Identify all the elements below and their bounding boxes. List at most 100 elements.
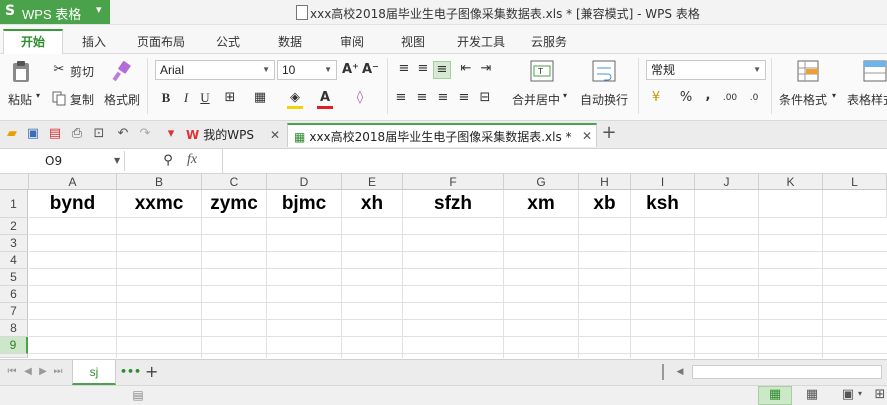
cell-E1[interactable]: xh bbox=[342, 190, 403, 218]
tab-developer[interactable]: 开发工具 bbox=[457, 33, 505, 50]
column-header[interactable]: I bbox=[631, 174, 695, 190]
merge-center-icon[interactable]: T bbox=[530, 60, 554, 82]
paste-button[interactable]: 粘贴 bbox=[8, 91, 32, 108]
spreadsheet-grid[interactable]: A B C D E F G H I J K L 1 2 3 4 5 6 7 8 … bbox=[0, 174, 887, 358]
align-middle-icon[interactable]: ≡ bbox=[415, 61, 431, 77]
chevron-down-icon[interactable]: ▾ bbox=[832, 91, 836, 100]
conditional-format-icon[interactable] bbox=[797, 60, 821, 84]
tab-cloud-service[interactable]: 云服务 bbox=[531, 33, 567, 50]
cell-C1[interactable]: zymc bbox=[202, 190, 267, 218]
column-header[interactable]: D bbox=[267, 174, 342, 190]
column-header[interactable]: A bbox=[29, 174, 117, 190]
increase-decimal-icon[interactable]: .00 bbox=[722, 90, 738, 106]
fill-color-icon[interactable]: ◈ bbox=[287, 90, 303, 109]
indent-increase-icon[interactable]: ⇥ bbox=[478, 61, 494, 77]
table-style-icon[interactable] bbox=[863, 60, 887, 84]
column-header[interactable]: J bbox=[695, 174, 759, 190]
close-icon[interactable]: ✕ bbox=[582, 124, 592, 148]
insert-function-button[interactable]: fx bbox=[187, 152, 197, 168]
bold-button[interactable]: B bbox=[158, 90, 174, 106]
column-header[interactable]: G bbox=[504, 174, 579, 190]
next-sheet-icon[interactable]: ▶ bbox=[35, 364, 51, 380]
cell-J1[interactable] bbox=[695, 190, 759, 218]
italic-button[interactable]: I bbox=[178, 90, 194, 106]
redo-icon[interactable]: ↷ bbox=[137, 126, 153, 142]
chevron-down-icon[interactable]: ▾ bbox=[858, 389, 862, 398]
column-header[interactable]: H bbox=[579, 174, 631, 190]
cell-H1[interactable]: xb bbox=[579, 190, 631, 218]
wrap-text-icon[interactable] bbox=[592, 60, 616, 82]
name-box[interactable]: O9 ▼ bbox=[0, 151, 125, 171]
tab-spreadsheet-file[interactable]: ▦ xxx高校2018届毕业生电子图像采集数据表.xls * ✕ bbox=[287, 123, 597, 147]
tab-insert[interactable]: 插入 bbox=[82, 33, 106, 50]
first-sheet-icon[interactable]: ⏮ bbox=[4, 364, 20, 380]
print-icon[interactable]: ⎙ bbox=[69, 126, 85, 142]
cell-G1[interactable]: xm bbox=[504, 190, 579, 218]
print-preview-icon[interactable]: ⊡ bbox=[91, 126, 107, 142]
open-folder-icon[interactable]: ▰ bbox=[4, 126, 20, 142]
column-header[interactable]: K bbox=[759, 174, 823, 190]
format-painter-button[interactable]: 格式刷 bbox=[104, 91, 140, 108]
row-header[interactable]: 7 bbox=[0, 303, 28, 320]
justify-icon[interactable]: ≡ bbox=[456, 90, 472, 106]
reading-mode-icon[interactable]: ⊞ bbox=[872, 387, 887, 403]
currency-icon[interactable]: ¥ bbox=[648, 90, 664, 106]
tab-my-wps[interactable]: W 我的WPS ✕ bbox=[186, 123, 284, 147]
cell-I1[interactable]: ksh bbox=[631, 190, 695, 218]
page-layout-view-icon[interactable]: ▣ bbox=[840, 387, 856, 403]
new-tab-icon[interactable]: + bbox=[601, 124, 617, 142]
cell-L1[interactable] bbox=[823, 190, 887, 218]
chevron-down-icon[interactable]: ▾ bbox=[563, 91, 567, 100]
decrease-decimal-icon[interactable]: .0 bbox=[746, 90, 762, 106]
font-color-icon[interactable]: A bbox=[317, 90, 333, 109]
tab-home[interactable]: 开始 bbox=[3, 29, 63, 55]
select-all-corner[interactable] bbox=[0, 174, 29, 190]
tab-page-layout[interactable]: 页面布局 bbox=[137, 33, 185, 50]
last-sheet-icon[interactable]: ⏭ bbox=[50, 364, 66, 380]
cell-K1[interactable] bbox=[759, 190, 823, 218]
row-header[interactable]: 6 bbox=[0, 286, 28, 303]
sheet-tab-sj[interactable]: sj bbox=[72, 360, 116, 385]
column-header[interactable]: C bbox=[202, 174, 267, 190]
comma-button[interactable]: , bbox=[700, 88, 716, 104]
font-size-select[interactable]: 10 ▼ bbox=[277, 60, 337, 80]
align-bottom-icon[interactable]: ≡ bbox=[433, 61, 451, 79]
column-header[interactable]: B bbox=[117, 174, 202, 190]
formula-input[interactable] bbox=[226, 152, 881, 170]
row-header[interactable]: 3 bbox=[0, 235, 28, 252]
scroll-left-icon[interactable]: ◀ bbox=[672, 364, 688, 380]
align-top-icon[interactable]: ≡ bbox=[396, 61, 412, 77]
customize-toolbar-icon[interactable]: ▾ bbox=[163, 126, 179, 142]
distributed-icon[interactable]: ⊟ bbox=[477, 90, 493, 106]
format-painter-icon[interactable] bbox=[110, 60, 132, 84]
cut-button[interactable]: 剪切 bbox=[70, 63, 94, 80]
copy-icon[interactable] bbox=[51, 91, 67, 107]
prev-sheet-icon[interactable]: ◀ bbox=[20, 364, 36, 380]
clear-format-icon[interactable]: ◊ bbox=[352, 90, 368, 106]
table-style-button[interactable]: 表格样式 bbox=[847, 91, 887, 108]
cell-B1[interactable]: xxmc bbox=[117, 190, 202, 218]
paste-icon[interactable] bbox=[10, 60, 32, 84]
save-icon[interactable]: ▣ bbox=[25, 126, 41, 142]
zoom-search-icon[interactable]: ⚲ bbox=[160, 153, 176, 169]
tab-review[interactable]: 审阅 bbox=[340, 33, 364, 50]
align-right-icon[interactable]: ≡ bbox=[435, 90, 451, 106]
align-center-icon[interactable]: ≡ bbox=[414, 90, 430, 106]
row-header[interactable]: 2 bbox=[0, 218, 28, 235]
row-header[interactable]: 1 bbox=[0, 190, 28, 218]
align-left-icon[interactable]: ≡ bbox=[393, 90, 409, 106]
empty-cells-grid[interactable] bbox=[29, 218, 887, 358]
borders-icon[interactable]: ⊞ bbox=[222, 90, 238, 106]
cell-D1[interactable]: bjmc bbox=[267, 190, 342, 218]
row-header[interactable]: 5 bbox=[0, 269, 28, 286]
undo-icon[interactable]: ↶ bbox=[115, 126, 131, 142]
export-pdf-icon[interactable]: ▤ bbox=[47, 126, 63, 142]
cell-A1[interactable]: bynd bbox=[29, 190, 117, 218]
percent-button[interactable]: % bbox=[678, 90, 694, 106]
column-header[interactable]: L bbox=[823, 174, 887, 190]
app-menu-button[interactable]: S WPS 表格 ▾ bbox=[0, 0, 110, 24]
tab-view[interactable]: 视图 bbox=[401, 33, 425, 50]
add-sheet-button[interactable]: + bbox=[145, 362, 158, 381]
chevron-down-icon[interactable]: ▾ bbox=[36, 91, 40, 100]
conditional-format-button[interactable]: 条件格式 bbox=[779, 91, 827, 108]
